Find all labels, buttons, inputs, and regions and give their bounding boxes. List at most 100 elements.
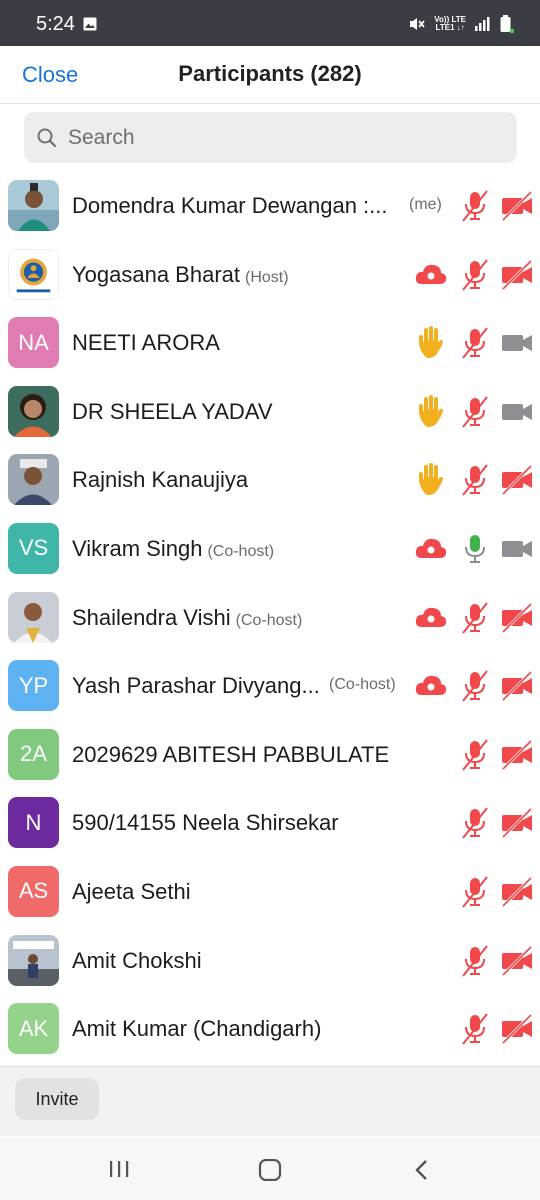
mic-muted-icon[interactable]: [459, 463, 491, 497]
mute-icon: [410, 18, 425, 30]
participant-role: (me): [409, 196, 442, 213]
page-title: Participants (282): [178, 61, 362, 86]
search-icon: [37, 128, 57, 148]
avatar-initials: 2A: [8, 728, 59, 780]
mic-muted-icon[interactable]: [459, 944, 491, 978]
signal-icon: [475, 17, 490, 31]
video-off-icon[interactable]: [500, 738, 534, 772]
avatar-logo: [8, 248, 59, 300]
participant-row[interactable]: Amit Chokshi: [0, 927, 540, 996]
mic-muted-icon[interactable]: [459, 601, 491, 635]
avatar-initials: N: [8, 797, 59, 849]
participant-name: Yash Parashar Divyang...: [72, 673, 320, 699]
system-nav-bar: [0, 1137, 540, 1200]
participant-name: NEETI ARORA: [72, 330, 220, 356]
participant-row[interactable]: VS Vikram Singh (Co-host): [0, 515, 540, 584]
search-bar[interactable]: [24, 112, 517, 163]
participant-row[interactable]: YP Yash Parashar Divyang... (Co-host): [0, 652, 540, 721]
avatar-initials: YP: [8, 660, 59, 712]
participant-row[interactable]: DR SHEELA YADAV: [0, 378, 540, 447]
participant-row[interactable]: N 590/14155 Neela Shirsekar: [0, 789, 540, 858]
raised-hand-icon: [419, 463, 443, 496]
avatar-initials: AK: [8, 1003, 59, 1055]
video-off-icon[interactable]: [500, 944, 534, 978]
mic-muted-icon[interactable]: [459, 189, 491, 223]
participant-name: Yogasana Bharat (Host): [72, 262, 289, 288]
video-off-icon[interactable]: [500, 601, 534, 635]
participant-row[interactable]: Shailendra Vishi (Co-host): [0, 584, 540, 653]
participant-row[interactable]: AK Amit Kumar (Chandigarh): [0, 995, 540, 1064]
raised-hand-icon: [419, 394, 443, 427]
cloud-icon: [415, 607, 447, 627]
mic-muted-icon[interactable]: [459, 806, 491, 840]
recent-apps-icon[interactable]: [108, 1159, 130, 1179]
participant-role: (Host): [245, 268, 289, 286]
status-bar: 5:24 Vo)) LTE LTE1 ↓↑: [0, 0, 540, 46]
avatar-photo: [8, 591, 59, 643]
raised-hand-icon: [419, 326, 443, 359]
mic-muted-icon[interactable]: [459, 326, 491, 360]
avatar-initials: NA: [8, 317, 59, 369]
avatar-initials: VS: [8, 522, 59, 574]
participant-role: (Co-host): [207, 542, 275, 560]
participant-name: Amit Chokshi: [72, 947, 202, 973]
status-time: 5:24: [36, 13, 75, 35]
cloud-icon: [415, 676, 447, 696]
participant-row[interactable]: Domendra Kumar Dewangan :... (me): [0, 172, 540, 241]
video-off-icon[interactable]: [500, 189, 534, 223]
participant-name-text: Shailendra Vishi: [72, 604, 231, 630]
avatar-photo: [8, 934, 59, 986]
video-off-icon[interactable]: [500, 258, 534, 292]
avatar-photo: [8, 454, 59, 506]
close-button[interactable]: Close: [22, 62, 78, 88]
video-off-icon[interactable]: [500, 806, 534, 840]
participant-name: Ajeeta Sethi: [72, 878, 191, 904]
mic-muted-icon[interactable]: [459, 738, 491, 772]
avatar-photo: [8, 385, 59, 437]
video-off-icon[interactable]: [500, 463, 534, 497]
video-icon[interactable]: [500, 395, 534, 429]
header: Close Participants (282): [0, 46, 540, 104]
participant-name-text: Yogasana Bharat: [72, 261, 240, 287]
participant-name: 590/14155 Neela Shirsekar: [72, 810, 339, 836]
mic-muted-icon[interactable]: [459, 258, 491, 292]
mic-muted-icon[interactable]: [459, 669, 491, 703]
video-icon[interactable]: [500, 532, 534, 566]
participant-list[interactable]: Domendra Kumar Dewangan :... (me) Yogasa…: [0, 172, 540, 1064]
home-icon[interactable]: [258, 1159, 282, 1181]
network-bottom: LTE1 ↓↑: [435, 23, 465, 32]
participant-row[interactable]: 2A 2029629 ABITESH PABBULATE: [0, 721, 540, 790]
avatar-photo: [8, 180, 59, 231]
participant-row[interactable]: NA NEETI ARORA: [0, 309, 540, 378]
search-input[interactable]: [68, 120, 498, 155]
participant-name: Shailendra Vishi (Co-host): [72, 605, 302, 631]
participant-row[interactable]: Rajnish Kanaujiya: [0, 446, 540, 515]
network-indicator: Vo)) LTE LTE1 ↓↑: [434, 16, 466, 32]
cloud-icon: [415, 538, 447, 558]
mic-muted-icon[interactable]: [459, 875, 491, 909]
invite-button[interactable]: Invite: [15, 1078, 99, 1120]
video-off-icon[interactable]: [500, 1012, 534, 1046]
video-off-icon[interactable]: [500, 669, 534, 703]
mic-active-icon[interactable]: [459, 532, 491, 566]
participant-row[interactable]: AS Ajeeta Sethi: [0, 858, 540, 927]
mic-muted-icon[interactable]: [459, 395, 491, 429]
participant-role: (Co-host): [329, 676, 396, 694]
mic-muted-icon[interactable]: [459, 1012, 491, 1046]
participant-name: Rajnish Kanaujiya: [72, 467, 249, 493]
gallery-icon: [83, 17, 97, 31]
avatar-initials: AS: [8, 865, 59, 917]
participant-name: 2029629 ABITESH PABBULATE: [72, 741, 390, 767]
video-icon[interactable]: [500, 326, 534, 360]
participant-name: Domendra Kumar Dewangan :...: [72, 193, 388, 218]
video-off-icon[interactable]: [500, 875, 534, 909]
participant-name: Amit Kumar (Chandigarh): [72, 1016, 322, 1042]
back-icon[interactable]: [412, 1159, 430, 1181]
battery-icon: [500, 15, 514, 34]
participant-name: DR SHEELA YADAV: [72, 398, 273, 424]
cloud-icon: [415, 264, 447, 284]
participant-row[interactable]: Yogasana Bharat (Host): [0, 241, 540, 310]
participant-name: Vikram Singh (Co-host): [72, 536, 274, 562]
footer-bar: Invite: [0, 1066, 540, 1136]
participant-role: (Co-host): [235, 611, 303, 629]
